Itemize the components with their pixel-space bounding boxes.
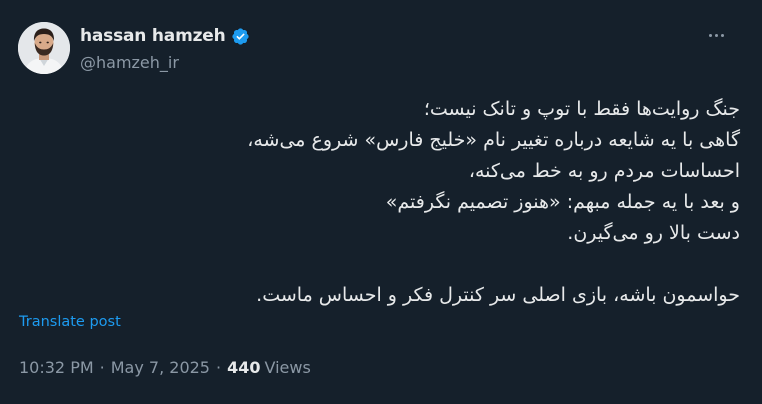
avatar[interactable] [18, 22, 70, 74]
meta-separator: · [99, 358, 105, 377]
tweet-line: و بعد با یه جمله مبهم: «هنوز تصمیم نگرفت… [385, 191, 740, 213]
author-handle[interactable]: @hamzeh_ir [80, 53, 179, 72]
meta-separator: · [215, 358, 222, 377]
more-dot [715, 34, 718, 37]
tweet-line: احساسات مردم رو به خط می‌کنه، [468, 160, 740, 182]
tweet-time[interactable]: 10:32 PM [19, 358, 94, 377]
tweet-text: جنگ روایت‌ها فقط با توپ و تانک نیست؛ گاه… [20, 94, 740, 311]
tweet-date[interactable]: May 7, 2025 [111, 358, 210, 377]
verified-badge-icon[interactable] [231, 27, 250, 46]
tweet-metadata: 10:32 PM · May 7, 2025 · 440 Views [19, 358, 311, 377]
tweet-card: hassan hamzeh @hamzeh_ir جنگ روایت‌ها فق… [0, 0, 762, 404]
tweet-line: جنگ روایت‌ها فقط با توپ و تانک نیست؛ [423, 98, 740, 120]
translate-post-link[interactable]: Translate post [19, 314, 121, 330]
more-options-icon[interactable] [709, 34, 724, 37]
tweet-line: گاهی با یه شایعه درباره تغییر نام «خلیج … [247, 129, 740, 151]
tweet-line: دست بالا رو می‌گیرن. [567, 222, 740, 244]
tweet-line: حواسمون باشه، بازی اصلی سر کنترل فکر و ا… [256, 284, 740, 306]
views-count[interactable]: 440 [227, 358, 260, 377]
more-dot [721, 34, 724, 37]
views-label[interactable]: Views [264, 358, 310, 377]
author-display-name[interactable]: hassan hamzeh [80, 26, 226, 46]
more-dot [709, 34, 712, 37]
author-name-row: hassan hamzeh [80, 26, 250, 46]
avatar-photo [18, 22, 70, 74]
